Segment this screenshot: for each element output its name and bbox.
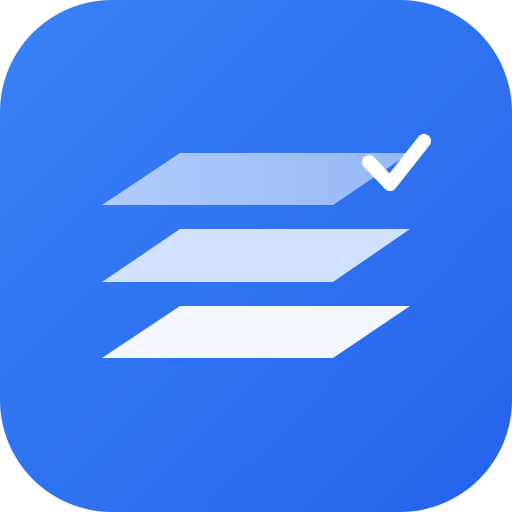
layers-check-icon [0,0,512,512]
app-icon [0,0,512,512]
